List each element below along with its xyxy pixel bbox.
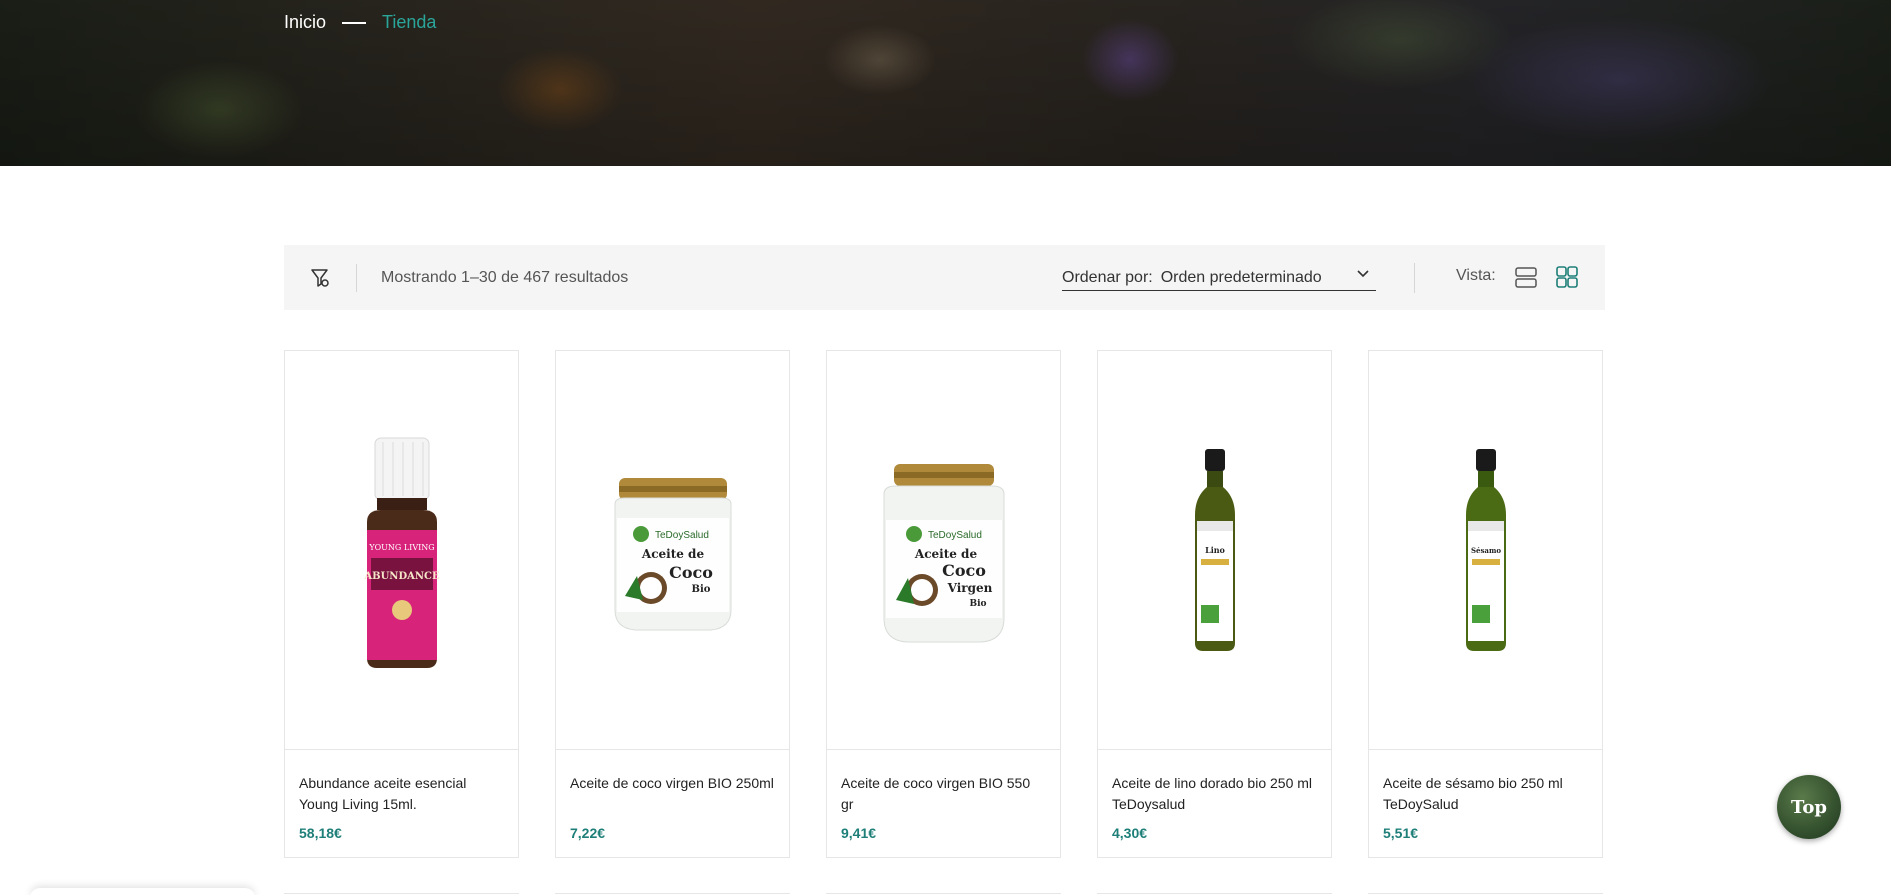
toolbar-divider: [1414, 263, 1415, 293]
abundance-label: ABUNDANCE: [363, 571, 440, 582]
shop-toolbar: Mostrando 1–30 de 467 resultados Ordenar…: [284, 245, 1605, 310]
product-card[interactable]: YOUNG LIVING ABUNDANCE Abundance aceite …: [284, 350, 519, 858]
abundance-brand: YOUNG LIVING: [368, 543, 434, 552]
jar-text-line2: Coco: [942, 561, 986, 580]
results-count: Mostrando 1–30 de 467 resultados: [381, 268, 629, 286]
sort-value: Orden predeterminado: [1160, 268, 1322, 286]
jar-text-line3: Bio: [691, 584, 710, 595]
product-card[interactable]: TeDoySalud Aceite de Coco Bio Aceite de …: [555, 350, 790, 858]
chevron-down-icon: [1357, 270, 1369, 278]
jar-text-line1: Aceite de: [640, 547, 704, 561]
grid-view-button[interactable]: [1555, 265, 1579, 294]
coconut-oil-jar-image: TeDoySalud Aceite de Coco Virgen Bio: [883, 464, 1004, 643]
product-price: 58,18€: [299, 825, 342, 841]
jar-text-line4: Bio: [969, 599, 986, 609]
coconut-oil-jar-image: TeDoySalud Aceite de Coco Bio: [614, 478, 731, 631]
breadcrumb-home-link[interactable]: Inicio: [284, 12, 326, 33]
jar-brand: TeDoySalud: [928, 530, 982, 541]
product-price: 9,41€: [841, 825, 877, 841]
jar-text-line3: Virgen: [946, 581, 992, 595]
filter-button[interactable]: [284, 245, 356, 310]
jar-brand: TeDoySalud: [655, 530, 709, 541]
product-image[interactable]: Sésamo: [1369, 351, 1602, 750]
product-card[interactable]: TeDoySalud Aceite de Coco Virgen Bio Ace…: [826, 350, 1061, 858]
product-name[interactable]: Aceite de sésamo bio 250 ml TeDoySalud: [1383, 773, 1588, 815]
breadcrumb-current: Tienda: [382, 12, 437, 32]
oil-bottle-image: Sésamo: [1465, 449, 1506, 651]
jar-text-line2: Coco: [669, 563, 713, 582]
product-price: 5,51€: [1383, 825, 1419, 841]
back-to-top-button[interactable]: Top: [1777, 775, 1841, 839]
bottle-label: Lino: [1205, 545, 1225, 555]
product-image[interactable]: TeDoySalud Aceite de Coco Virgen Bio: [827, 351, 1060, 750]
list-view-icon: [1515, 267, 1537, 288]
oil-bottle-image: Lino: [1194, 449, 1235, 651]
product-name[interactable]: Aceite de coco virgen BIO 250ml: [570, 773, 775, 794]
product-name[interactable]: Aceite de coco virgen BIO 550 gr: [841, 773, 1046, 815]
grid-view-icon: [1556, 266, 1578, 288]
essential-oil-bottle-image: YOUNG LIVING ABUNDANCE: [363, 437, 440, 668]
breadcrumb: Inicio Tienda: [284, 12, 436, 33]
product-image[interactable]: Lino: [1098, 351, 1331, 750]
product-price: 7,22€: [570, 825, 606, 841]
product-card[interactable]: Lino Aceite de lino dorado bio 250 ml Te…: [1097, 350, 1332, 858]
list-view-button[interactable]: [1514, 265, 1538, 294]
product-image[interactable]: YOUNG LIVING ABUNDANCE: [285, 351, 518, 750]
filter-icon: [311, 268, 329, 287]
jar-text-line1: Aceite de: [913, 547, 977, 561]
product-name[interactable]: Aceite de lino dorado bio 250 ml TeDoysa…: [1112, 773, 1317, 815]
breadcrumb-separator: [342, 21, 367, 24]
product-price: 4,30€: [1112, 825, 1148, 841]
product-card[interactable]: Sésamo Aceite de sésamo bio 250 ml TeDoy…: [1368, 350, 1603, 858]
bottle-label: Sésamo: [1470, 546, 1500, 555]
sort-select[interactable]: Ordenar por: Orden predeterminado: [1062, 265, 1376, 291]
sort-label: Ordenar por:: [1062, 268, 1153, 286]
cookie-panel-edge: [30, 888, 255, 895]
product-image[interactable]: TeDoySalud Aceite de Coco Bio: [556, 351, 789, 750]
view-label: Vista:: [1456, 267, 1496, 284]
product-name[interactable]: Abundance aceite esencial Young Living 1…: [299, 773, 504, 815]
toolbar-divider: [356, 263, 357, 292]
